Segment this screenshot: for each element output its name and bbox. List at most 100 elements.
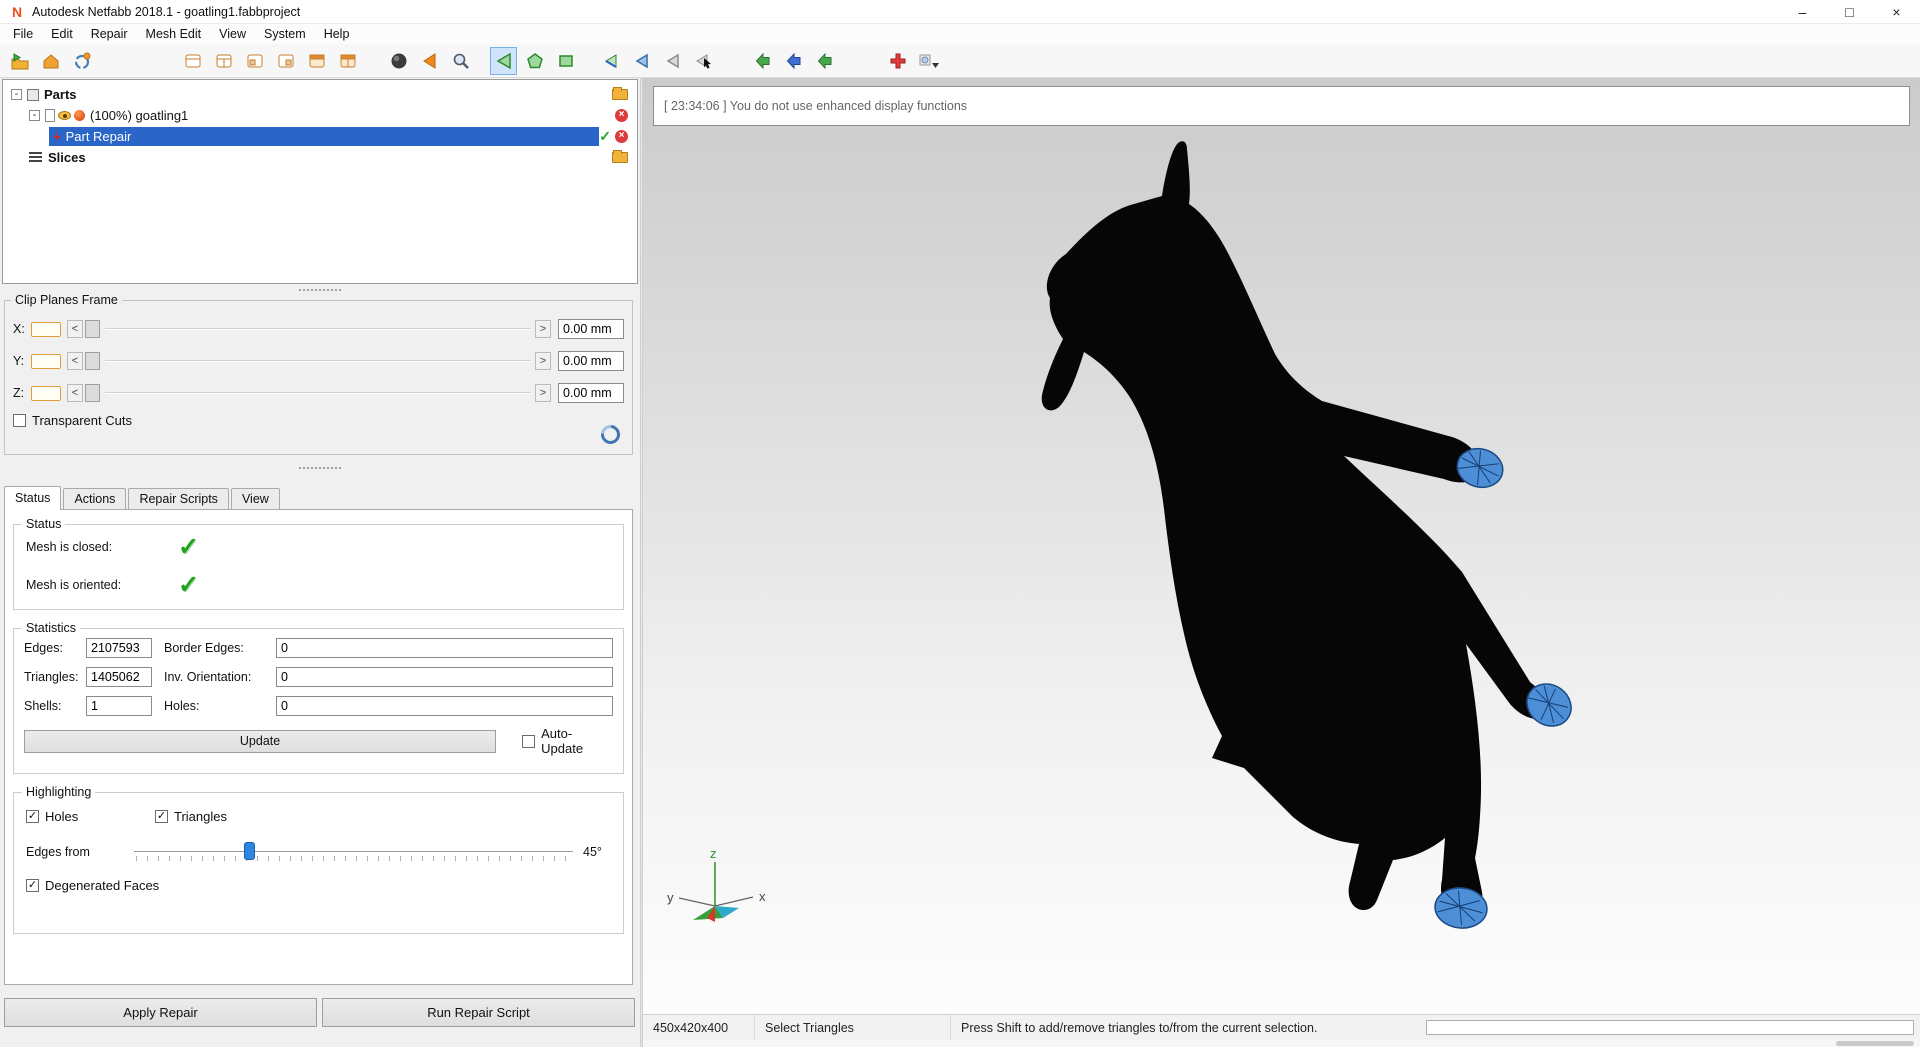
statistics-group: Statistics Edges: Border Edges: Triangle…	[13, 621, 624, 774]
degenerated-faces-checkbox[interactable]: ✓	[26, 879, 39, 892]
stats-row-edges: Edges: Border Edges:	[24, 638, 613, 658]
nav-back-blue-icon[interactable]	[780, 47, 807, 75]
edges-angle-slider[interactable]	[134, 840, 573, 864]
clip-y-slider-track[interactable]	[105, 360, 530, 362]
triangles-checkbox[interactable]: ✓	[155, 810, 168, 823]
tab-repair-scripts[interactable]: Repair Scripts	[128, 488, 229, 510]
clip-z-decrement-button[interactable]: <	[67, 384, 83, 402]
holes-input[interactable]	[276, 696, 613, 716]
zoom-icon[interactable]	[447, 47, 474, 75]
mesh-oriented-check-icon: ✓	[178, 571, 199, 599]
platform-view-4-icon[interactable]	[272, 47, 299, 75]
menu-file[interactable]: File	[4, 27, 42, 41]
clip-y-increment-button[interactable]: >	[535, 352, 551, 370]
platform-view-6-icon[interactable]	[334, 47, 361, 75]
clip-x-color-swatch[interactable]	[31, 321, 61, 337]
bottom-strip	[643, 1040, 1920, 1047]
visibility-icon[interactable]	[58, 111, 71, 120]
highlighting-group-title: Highlighting	[22, 785, 96, 799]
triangles-label: Triangles:	[24, 670, 79, 684]
clip-x-value-input[interactable]	[558, 319, 624, 339]
run-repair-script-button[interactable]: Run Repair Script	[322, 998, 635, 1027]
inv-orientation-input[interactable]	[276, 667, 613, 687]
menu-view[interactable]: View	[210, 27, 255, 41]
select-cursor-icon[interactable]	[690, 47, 717, 75]
panel-splitter[interactable]	[298, 466, 342, 470]
platform-view-2-icon[interactable]	[210, 47, 237, 75]
clip-row-z: Z: < >	[13, 381, 624, 405]
minimize-button[interactable]: –	[1779, 0, 1826, 23]
tree-row-part-repair[interactable]: + Part Repair ✓ ×	[3, 126, 637, 147]
clip-x-slider-track[interactable]	[105, 328, 530, 330]
shells-input[interactable]	[86, 696, 152, 716]
import-part-icon[interactable]	[37, 47, 64, 75]
update-button[interactable]: Update	[24, 729, 497, 753]
nav-back-green-icon[interactable]	[749, 47, 776, 75]
tab-actions[interactable]: Actions	[63, 488, 127, 510]
orient-arrow-icon[interactable]	[416, 47, 443, 75]
add-repair-icon[interactable]	[884, 47, 911, 75]
menu-mesh-edit[interactable]: Mesh Edit	[137, 27, 211, 41]
nav-forward-green-icon[interactable]	[811, 47, 838, 75]
clip-x-increment-button[interactable]: >	[535, 320, 551, 338]
menu-system[interactable]: System	[255, 27, 315, 41]
clip-y-value-input[interactable]	[558, 351, 624, 371]
tree-row-parts[interactable]: - Parts	[3, 84, 637, 105]
apply-repair-button[interactable]: Apply Repair	[4, 998, 317, 1027]
mesh-oriented-row: Mesh is oriented: ✓	[14, 569, 623, 601]
menu-edit[interactable]: Edit	[42, 27, 82, 41]
apply-repair-check-icon[interactable]: ✓	[599, 128, 611, 145]
menu-help[interactable]: Help	[315, 27, 359, 41]
collapse-icon[interactable]: -	[11, 89, 22, 100]
menu-repair[interactable]: Repair	[82, 27, 137, 41]
cancel-repair-icon[interactable]: ×	[615, 130, 628, 143]
brush-dropdown-icon[interactable]	[915, 47, 942, 75]
folder-icon[interactable]	[612, 150, 628, 163]
clip-y-slider-thumb[interactable]	[85, 352, 100, 370]
edges-input[interactable]	[86, 638, 152, 658]
clip-z-value-input[interactable]	[558, 383, 624, 403]
slider-track[interactable]	[134, 851, 573, 852]
close-button[interactable]: ×	[1873, 0, 1920, 23]
collapse-icon[interactable]: -	[29, 110, 40, 121]
remove-part-icon[interactable]: ×	[615, 109, 628, 122]
clip-z-color-swatch[interactable]	[31, 385, 61, 401]
maximize-button[interactable]: □	[1826, 0, 1873, 23]
clip-z-slider-thumb[interactable]	[85, 384, 100, 402]
slider-thumb[interactable]	[243, 842, 255, 860]
tree-row-slices[interactable]: Slices	[3, 147, 637, 168]
tab-view[interactable]: View	[230, 488, 280, 510]
platform-view-5-icon[interactable]	[303, 47, 330, 75]
border-edges-input[interactable]	[276, 638, 613, 658]
mesh-icon	[45, 109, 55, 122]
select-rectangle-icon[interactable]	[552, 47, 579, 75]
platform-view-3-icon[interactable]	[241, 47, 268, 75]
select-polygon-icon[interactable]	[521, 47, 548, 75]
folder-icon[interactable]	[612, 87, 628, 100]
transparent-cuts-label: Transparent Cuts	[32, 413, 132, 428]
select-through-icon[interactable]	[628, 47, 655, 75]
select-surface-icon[interactable]	[597, 47, 624, 75]
transparent-cuts-checkbox[interactable]	[13, 414, 26, 427]
select-triangles-icon[interactable]	[490, 46, 517, 75]
clip-y-color-swatch[interactable]	[31, 353, 61, 369]
triangles-input[interactable]	[86, 667, 152, 687]
scrollbar-grip[interactable]	[1836, 1041, 1914, 1046]
tab-status[interactable]: Status	[4, 486, 62, 510]
platform-view-1-icon[interactable]	[179, 47, 206, 75]
clip-z-label: Z:	[13, 386, 25, 400]
viewport-3d[interactable]: [ 23:34:06 ] You do not use enhanced dis…	[643, 78, 1920, 1014]
holes-checkbox[interactable]: ✓	[26, 810, 39, 823]
open-project-icon[interactable]	[6, 47, 33, 75]
shading-sphere-icon[interactable]	[385, 47, 412, 75]
panel-splitter[interactable]	[298, 288, 342, 292]
clip-z-slider-track[interactable]	[105, 392, 530, 394]
refresh-view-icon[interactable]	[68, 47, 95, 75]
select-none-icon[interactable]	[659, 47, 686, 75]
clip-z-increment-button[interactable]: >	[535, 384, 551, 402]
auto-update-checkbox[interactable]	[522, 734, 536, 748]
clip-x-decrement-button[interactable]: <	[67, 320, 83, 338]
clip-y-decrement-button[interactable]: <	[67, 352, 83, 370]
tree-row-goatling[interactable]: - (100%) goatling1 ×	[3, 105, 637, 126]
clip-x-slider-thumb[interactable]	[85, 320, 100, 338]
